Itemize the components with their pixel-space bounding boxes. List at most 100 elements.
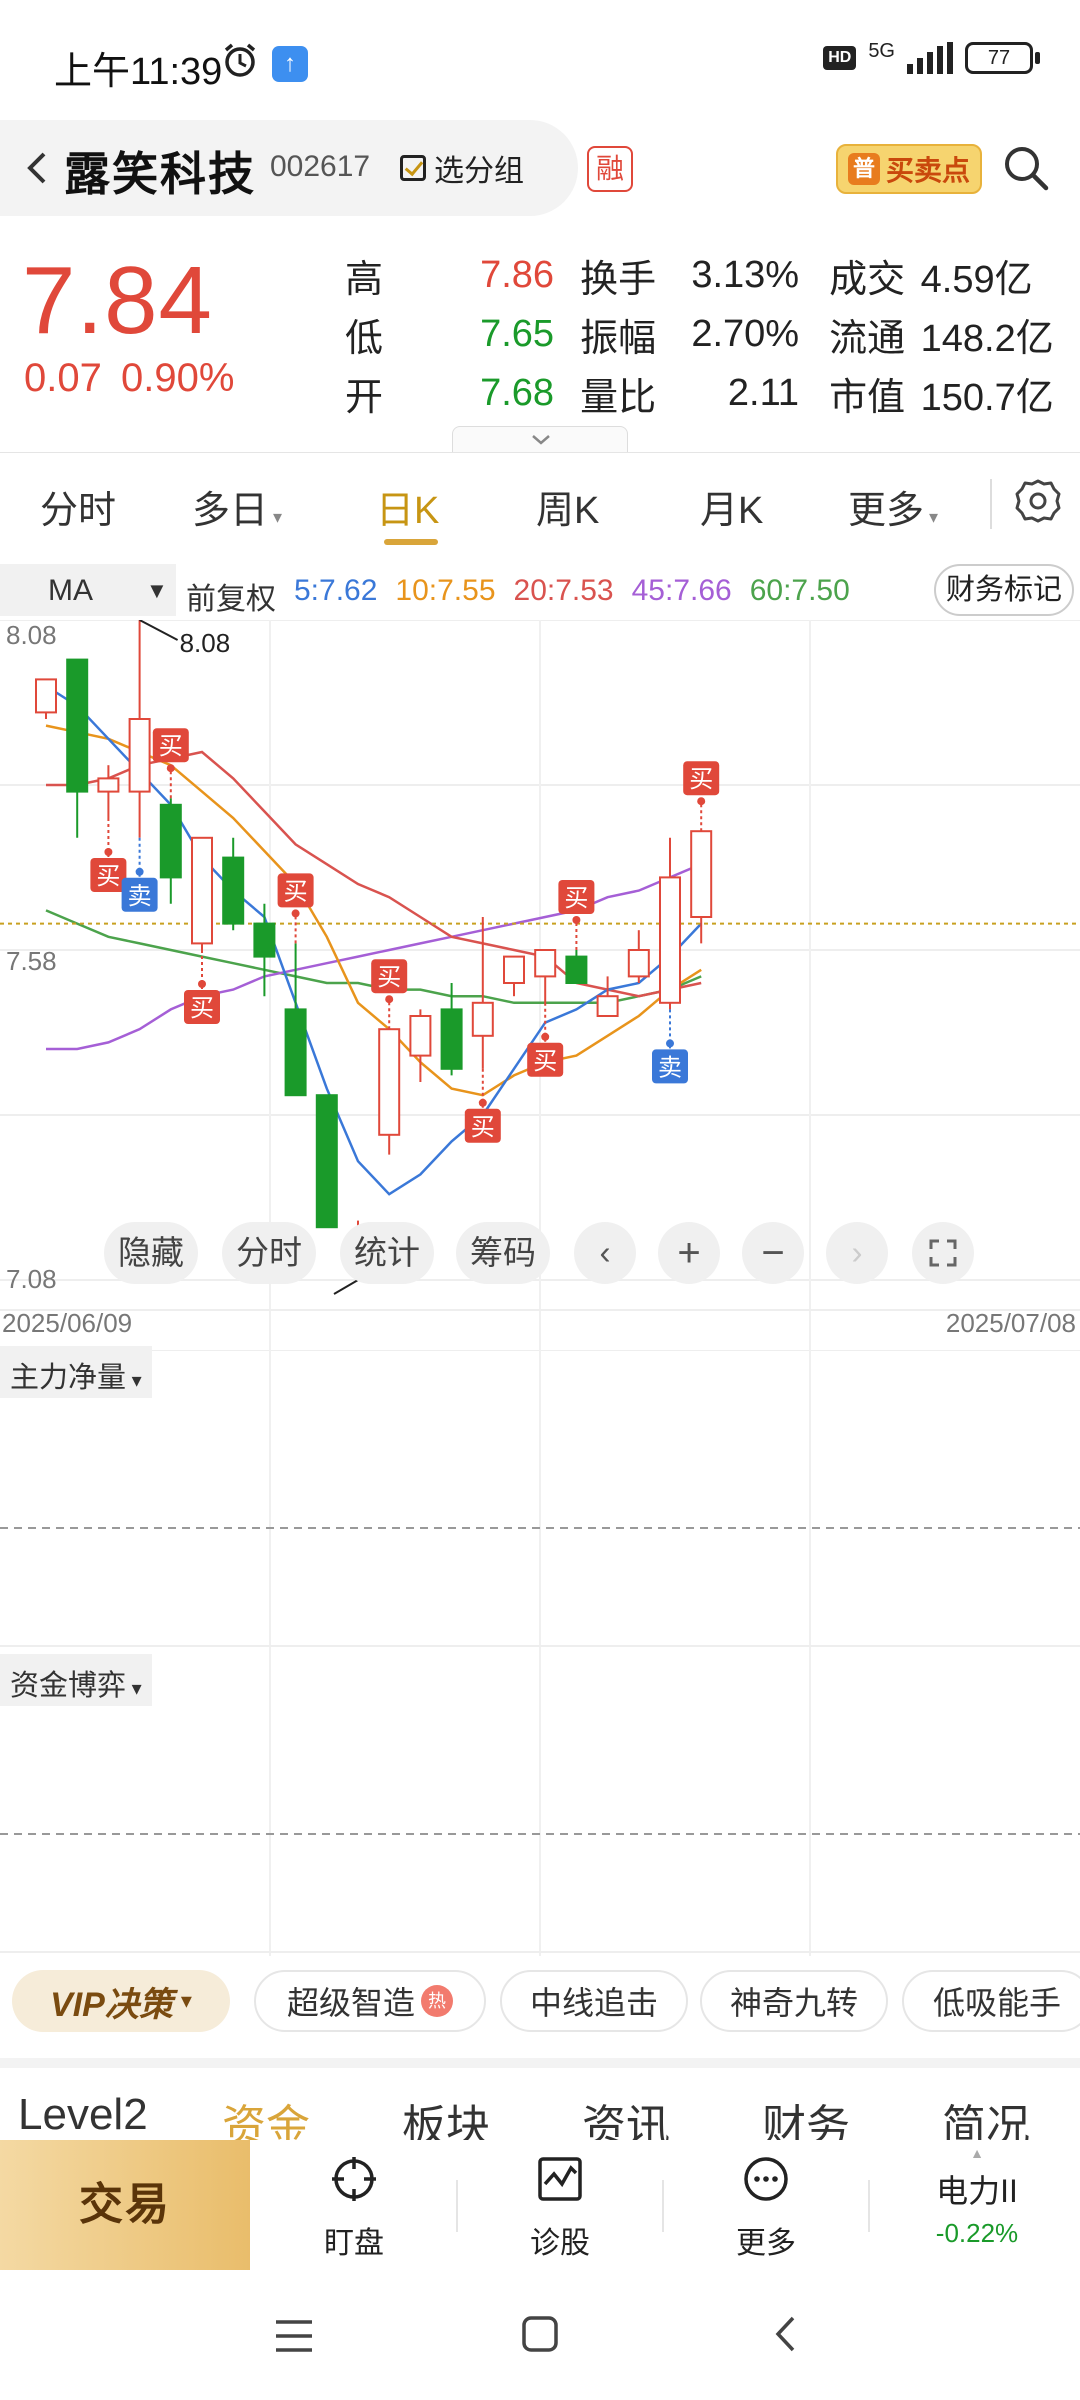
candle-body [222, 856, 245, 925]
candle [253, 903, 276, 997]
capital-game-panel-title: 资金博弈 [10, 1670, 127, 1702]
vip-decision-button[interactable]: VIP决策 ▾ [12, 1970, 230, 2032]
signal-label: 买 [471, 1114, 495, 1141]
quote-row: 低 7.65 振幅 2.70% 流通 148.2亿 [345, 305, 1065, 364]
hd-badge: HD [823, 46, 857, 70]
feature-super-manufacturing[interactable]: 超级智造热 [254, 1970, 486, 2032]
x-axis-start-label: 2025/06/09 [2, 1308, 132, 1338]
adjust-mode[interactable]: 前复权 [186, 574, 276, 618]
tab-more[interactable]: 更多 ▾ [848, 479, 938, 534]
candle [378, 1028, 401, 1155]
more-button[interactable]: 更多 [686, 2150, 846, 2260]
signal-dot [135, 867, 144, 876]
status-right: HD 5G 77 [823, 38, 1040, 78]
zoom-in-button[interactable]: + [658, 1222, 720, 1284]
candle-body [253, 922, 276, 958]
back-arrow-icon[interactable] [12, 140, 62, 196]
y-axis-mid-label: 7.58 [6, 946, 57, 976]
label-amplitude: 振幅 [580, 318, 657, 360]
signal-dot [166, 764, 175, 773]
tab-multi-day[interactable]: 多日 ▾ [192, 479, 282, 534]
candle-body [440, 1008, 463, 1070]
scroll-left-button[interactable]: ‹ [574, 1222, 636, 1284]
ma-values: 前复权 5:7.62 10:7.55 20:7.53 45:7.66 60:7.… [186, 574, 850, 618]
signal-dot [572, 916, 581, 924]
tab-daily-k[interactable]: 日K [376, 479, 439, 534]
signal-marker: 买 [152, 728, 189, 799]
select-group-button[interactable]: 选分组 [400, 146, 524, 190]
value-volume-ratio: 2.11 [727, 372, 800, 414]
label-float-cap: 流通 [829, 318, 906, 360]
change-value: 0.07 [24, 356, 102, 400]
diagnose-button[interactable]: 诊股 [480, 2150, 640, 2260]
back-icon[interactable] [766, 2314, 806, 2354]
sector-index-widget[interactable]: ▲ 电力II -0.22% [882, 2146, 1072, 2264]
value-high: 7.86 [480, 254, 555, 296]
candle [534, 949, 557, 1003]
search-icon[interactable] [1000, 142, 1052, 194]
fullscreen-button[interactable] [912, 1222, 974, 1284]
candle-body [503, 955, 525, 985]
candle-body [284, 1008, 307, 1097]
label-high: 高 [345, 259, 384, 301]
candle [503, 955, 525, 997]
main-net-panel-title: 主力净量 [10, 1362, 127, 1394]
tab-level2[interactable]: Level2 [18, 2090, 148, 2140]
chevron-right-icon: › [851, 1234, 863, 1271]
quote-panel: 7.84 0.07 0.90% 高 7.86 换手 3.13% 成交 4.59亿… [0, 220, 1080, 452]
buy-sell-points-button[interactable]: 普 买卖点 [836, 144, 982, 194]
signal-label: 买 [689, 766, 713, 793]
signal-marker: 买 [277, 873, 314, 944]
expand-quote-button[interactable] [452, 426, 628, 452]
hide-button[interactable]: 隐藏 [104, 1222, 198, 1284]
candle [97, 765, 120, 818]
home-icon[interactable] [520, 2314, 560, 2354]
feature-dip-buyer[interactable]: 低吸能手 [902, 1970, 1080, 2032]
financial-marks-button[interactable]: 财务标记 [934, 564, 1074, 616]
candle-body [596, 995, 619, 1018]
signal-marker: 买 [464, 1068, 501, 1143]
diagnose-label: 诊股 [530, 2227, 590, 2260]
feature-magic-nine[interactable]: 神奇九转 [700, 1970, 888, 2032]
trade-button[interactable]: 交易 [0, 2140, 250, 2270]
capital-game-panel-selector[interactable]: 资金博弈 ▾ [0, 1654, 152, 1706]
period-tabs: 分时 多日 ▾ 日K 周K 月K 更多 ▾ [0, 452, 1080, 556]
candle-body [159, 803, 182, 879]
watch-button[interactable]: 盯盘 [274, 2150, 434, 2260]
chips-button[interactable]: 筹码 [456, 1222, 550, 1284]
ma-selector-label: MA [48, 574, 93, 607]
ma-selector[interactable]: MA ▼ [0, 564, 176, 616]
candle [690, 830, 713, 944]
feature-midline-chase[interactable]: 中线追击 [500, 1970, 688, 2032]
signal-dot [104, 848, 113, 856]
tab-monthly-k[interactable]: 月K [700, 479, 763, 534]
ma60-value: 60:7.50 [749, 574, 850, 607]
tab-weekly-k[interactable]: 周K [536, 479, 599, 534]
signal-marker: 买 [683, 761, 720, 832]
value-amount: 4.59亿 [920, 259, 1033, 301]
tab-intraday[interactable]: 分时 [40, 479, 116, 534]
value-amplitude: 2.70% [691, 313, 800, 355]
signal-label: 卖 [128, 883, 152, 910]
signal-marker: 买 [90, 818, 127, 892]
zoom-out-button[interactable]: − [742, 1222, 804, 1284]
scroll-right-button[interactable]: › [826, 1222, 888, 1284]
candle-body [627, 949, 650, 978]
gear-icon[interactable] [1014, 477, 1062, 525]
label-low: 低 [345, 318, 384, 360]
statistics-button[interactable]: 统计 [340, 1222, 434, 1284]
menu-icon[interactable] [274, 2316, 314, 2356]
signal-label: 买 [96, 863, 120, 890]
current-price: 7.84 [22, 247, 213, 354]
status-bar: 上午11:39 ↑ HD 5G 77 [0, 0, 1080, 120]
margin-trading-badge[interactable]: 融 [587, 146, 633, 192]
candle-body [471, 1001, 494, 1037]
signal-markers: 买卖买买买买买买买卖买 [90, 728, 720, 1143]
candle [222, 837, 245, 931]
main-net-panel-selector[interactable]: 主力净量 ▾ [0, 1346, 152, 1398]
signal-marker: 卖 [652, 1009, 688, 1084]
feature-strip: VIP决策 ▾ 超级智造热 中线追击 神奇九转 低吸能手 [0, 1956, 1080, 2048]
value-open: 7.68 [480, 372, 555, 414]
upload-notification-icon: ↑ [272, 46, 308, 82]
intraday-button[interactable]: 分时 [222, 1222, 316, 1284]
